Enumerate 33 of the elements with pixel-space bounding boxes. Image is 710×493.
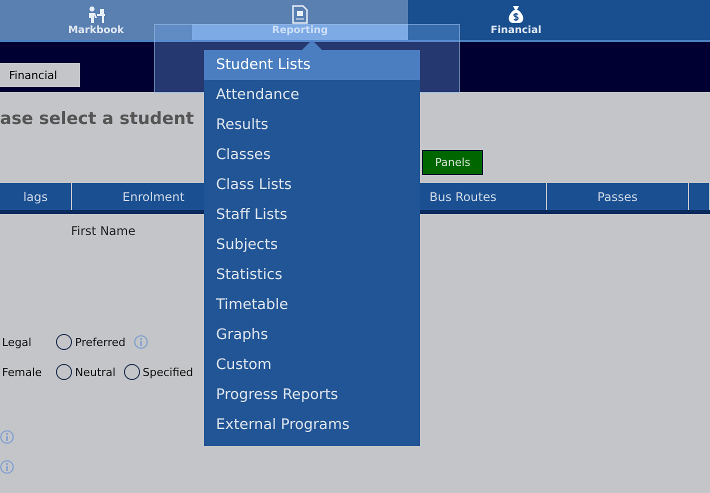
view-toggle[interactable]: Panels bbox=[422, 150, 484, 175]
radio-option[interactable]: Neutral bbox=[56, 364, 116, 380]
menu-item[interactable]: Staff Lists bbox=[204, 200, 420, 230]
radio-option[interactable]: Preferred bbox=[56, 334, 126, 350]
menu-item[interactable]: Timetable bbox=[204, 290, 420, 320]
menu-item[interactable]: Statistics bbox=[204, 260, 420, 290]
radio-button[interactable] bbox=[124, 364, 140, 380]
menu-item[interactable]: Classes bbox=[204, 140, 420, 170]
radio-button[interactable] bbox=[56, 334, 72, 350]
option-label: Legal bbox=[1, 336, 32, 348]
menu-item[interactable]: External Programs bbox=[204, 410, 420, 440]
column-header[interactable]: Bus Routes bbox=[430, 190, 496, 204]
menu-item[interactable]: Subjects bbox=[204, 230, 420, 260]
menu-item[interactable]: Student Lists bbox=[204, 50, 420, 80]
menu-item[interactable]: Attendance bbox=[204, 80, 420, 110]
radio-option[interactable]: Specified bbox=[124, 364, 194, 380]
money-bag-icon bbox=[508, 5, 524, 24]
menu-item[interactable]: Progress Reports bbox=[204, 380, 420, 410]
column-header[interactable]: Enrolment bbox=[122, 190, 184, 204]
menu-item[interactable]: Results bbox=[204, 110, 420, 140]
menu-item[interactable]: Custom bbox=[204, 350, 420, 380]
column-header[interactable]: lags bbox=[23, 190, 48, 204]
radio-button[interactable] bbox=[56, 364, 72, 380]
menu-item[interactable]: Graphs bbox=[204, 320, 420, 350]
document-icon bbox=[292, 5, 308, 24]
financial-button[interactable]: Financial bbox=[0, 63, 80, 87]
menu-item[interactable]: Class Lists bbox=[204, 170, 420, 200]
page-heading: ase select a student bbox=[0, 108, 194, 131]
column-header[interactable]: Passes bbox=[597, 190, 638, 204]
field-label: First Name bbox=[71, 224, 136, 238]
person-at-desk-icon bbox=[86, 6, 106, 24]
nav-tab[interactable]: Markbook bbox=[0, 0, 192, 40]
option-label: Female bbox=[1, 366, 43, 378]
